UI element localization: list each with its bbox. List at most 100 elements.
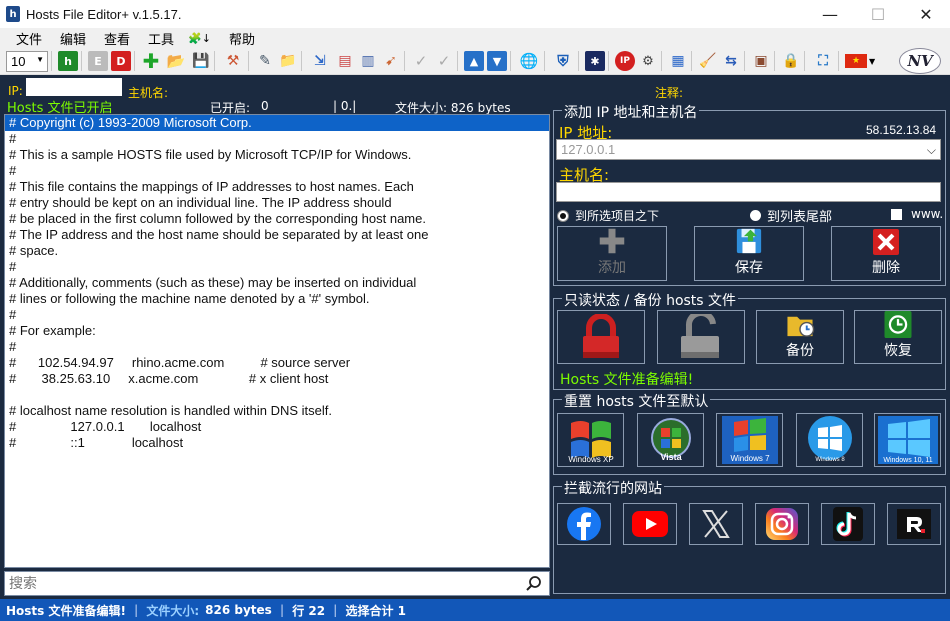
lock-icon[interactable]: 🔒: [781, 51, 801, 71]
www-checkbox[interactable]: www.: [891, 207, 943, 221]
merge-icon[interactable]: ▥: [358, 51, 378, 71]
minimize-button[interactable]: —: [806, 0, 854, 28]
save-button[interactable]: 保存: [694, 226, 804, 281]
layout-icon[interactable]: ▦: [668, 51, 688, 71]
move-up-icon[interactable]: ▲: [464, 51, 484, 71]
app-logo: NV: [899, 48, 942, 74]
editor-line[interactable]: # Additionally, comments (such as these)…: [5, 275, 549, 291]
editor-line[interactable]: [5, 387, 549, 403]
search-icon[interactable]: [525, 575, 543, 593]
block-tiktok-button[interactable]: [821, 503, 875, 545]
editor-line[interactable]: # entry should be kept on an individual …: [5, 195, 549, 211]
toolbar-separator: [544, 51, 545, 71]
reset-win8-button[interactable]: Windows 8: [796, 413, 863, 467]
block-roblox-button[interactable]: [887, 503, 941, 545]
menu-plugins[interactable]: 🧩↓: [188, 32, 211, 45]
roblox-icon: [897, 509, 931, 539]
restore-button[interactable]: 恢复: [854, 310, 942, 364]
language-flag-icon[interactable]: ★: [845, 54, 867, 68]
editor-line[interactable]: # space.: [5, 243, 549, 259]
editor-line[interactable]: # Copyright (c) 1993-2009 Microsoft Corp…: [5, 115, 549, 131]
editor-line[interactable]: #: [5, 131, 549, 147]
disable-d-icon[interactable]: D: [111, 51, 131, 71]
export-icon[interactable]: ➹: [381, 51, 401, 71]
ip-address-select[interactable]: 127.0.0.1 ⌵: [556, 139, 941, 160]
readonly-panel-title: 只读状态 / 备份 hosts 文件: [562, 290, 739, 310]
check-icon[interactable]: ✓: [411, 51, 431, 71]
editor-line[interactable]: # localhost name resolution is handled w…: [5, 403, 549, 419]
editor-line[interactable]: #: [5, 163, 549, 179]
check-all-icon[interactable]: ✓: [434, 51, 454, 71]
disable-e-icon[interactable]: E: [88, 51, 108, 71]
unlock-readonly-button[interactable]: [657, 310, 745, 364]
backup-folder-icon: [787, 316, 815, 337]
editor-line[interactable]: # ::1 localhost: [5, 435, 549, 451]
block-x-button[interactable]: [689, 503, 743, 545]
add-button-label: 添加: [598, 260, 626, 276]
editor-line[interactable]: # For example:: [5, 323, 549, 339]
checkbox-box: [891, 208, 902, 220]
add-icon[interactable]: ✚: [141, 49, 161, 73]
open-folder-icon[interactable]: 📂: [164, 51, 188, 71]
reset-winxp-button[interactable]: Windows XP: [557, 413, 624, 467]
malware-icon[interactable]: ✱: [585, 51, 605, 71]
backup-button[interactable]: 备份: [756, 310, 844, 364]
pdf-icon[interactable]: ▤: [335, 51, 355, 71]
fullscreen-icon[interactable]: ⛶: [811, 51, 835, 71]
search-input[interactable]: [9, 575, 509, 593]
hosts-editor[interactable]: # Copyright (c) 1993-2009 Microsoft Corp…: [4, 114, 550, 568]
network-icon[interactable]: ⚙: [638, 51, 658, 71]
folder-icon[interactable]: 📁: [278, 51, 298, 71]
close-button[interactable]: ✕: [902, 0, 950, 28]
hostname-input[interactable]: [556, 182, 941, 202]
shortcut-icon[interactable]: ⇆: [721, 51, 741, 71]
toolbar-separator: [661, 51, 662, 71]
hosts-h-icon[interactable]: h: [58, 51, 78, 71]
editor-line[interactable]: #: [5, 339, 549, 355]
block-facebook-button[interactable]: [557, 503, 611, 545]
import-icon[interactable]: ⇲: [308, 51, 332, 71]
maximize-button[interactable]: ☐: [854, 0, 902, 28]
ip-filter-input[interactable]: [26, 78, 122, 96]
delete-button[interactable]: 删除: [831, 226, 941, 281]
editor-line[interactable]: #: [5, 307, 549, 323]
move-down-icon[interactable]: ▼: [487, 51, 507, 71]
menu-view[interactable]: 查看: [104, 29, 130, 48]
windows-vista-logo-icon: Vista: [650, 418, 691, 462]
editor-line[interactable]: # be placed in the first column followed…: [5, 211, 549, 227]
edit-icon[interactable]: ✎: [255, 51, 275, 71]
shield-icon[interactable]: ⛨: [551, 51, 575, 71]
zoom-select[interactable]: 10 ▼: [6, 50, 48, 72]
lock-readonly-button[interactable]: [557, 310, 645, 364]
add-button[interactable]: 添加: [557, 226, 667, 281]
menu-help[interactable]: 帮助: [229, 29, 255, 48]
status-size-value: 826 bytes: [205, 603, 272, 617]
reset-win10-button[interactable]: Windows 10, 11: [874, 413, 941, 467]
editor-line[interactable]: # This file contains the mappings of IP …: [5, 179, 549, 195]
reset-win7-button[interactable]: Windows 7: [716, 413, 783, 467]
editor-line[interactable]: #: [5, 259, 549, 275]
radio-append-end[interactable]: 到列表尾部: [750, 206, 832, 225]
reset-vista-button[interactable]: Vista: [637, 413, 704, 467]
editor-line[interactable]: # 38.25.63.10 x.acme.com # x client host: [5, 371, 549, 387]
globe-icon[interactable]: 🌐: [517, 51, 541, 71]
zoom-value: 10: [11, 53, 26, 69]
editor-line[interactable]: # 127.0.0.1 localhost: [5, 419, 549, 435]
editor-line[interactable]: # lines or following the machine name de…: [5, 291, 549, 307]
radio-insert-below[interactable]: 到所选项目之下: [557, 207, 659, 224]
save-icon[interactable]: 💾: [191, 51, 211, 71]
menu-edit[interactable]: 编辑: [60, 29, 86, 48]
block-instagram-button[interactable]: [755, 503, 809, 545]
clean-icon[interactable]: 🧹: [698, 51, 718, 71]
block-youtube-button[interactable]: [623, 503, 677, 545]
menu-file[interactable]: 文件: [16, 29, 42, 48]
menu-tools[interactable]: 工具: [148, 29, 174, 48]
ip-icon[interactable]: IP: [615, 51, 635, 71]
toolbar-separator: [457, 51, 458, 71]
save-button-label: 保存: [735, 260, 763, 276]
editor-line[interactable]: # This is a sample HOSTS file used by Mi…: [5, 147, 549, 163]
tools-icon[interactable]: ⚒: [221, 51, 245, 71]
editor-line[interactable]: # 102.54.94.97 rhino.acme.com # source s…: [5, 355, 549, 371]
box-icon[interactable]: ▣: [751, 51, 771, 71]
editor-line[interactable]: # The IP address and the host name shoul…: [5, 227, 549, 243]
